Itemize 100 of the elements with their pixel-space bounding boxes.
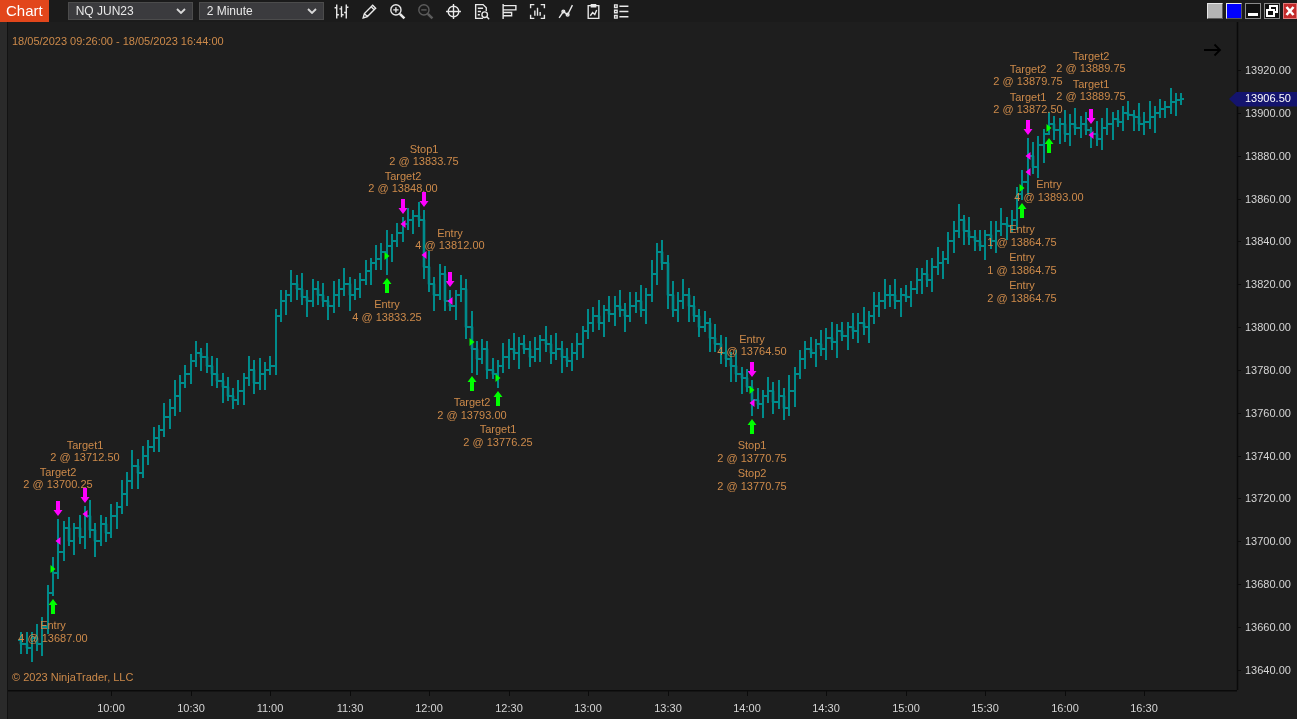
time-label: 10:30 (177, 702, 205, 714)
time-label: 10:00 (97, 702, 125, 714)
execution-name: Stop2 (737, 467, 767, 479)
execution-name: Stop1 (409, 142, 439, 155)
execution-fill: 2 @ 13848.00 (368, 182, 438, 194)
close-icon[interactable] (1283, 3, 1297, 19)
down-arrow-icon (398, 199, 408, 214)
price-label: 13820.00 (1245, 278, 1291, 290)
window-title: Chart (0, 0, 49, 22)
time-label: 13:30 (654, 702, 682, 714)
execution-fill: 1 @ 13864.75 (987, 263, 1057, 276)
execution-fill: 2 @ 13889.75 (1056, 90, 1126, 102)
document-search-icon[interactable] (473, 2, 491, 20)
execution-fill: 2 @ 13770.75 (717, 479, 787, 492)
swatch-icon[interactable] (1226, 3, 1242, 19)
execution-fill: 4 @ 13812.00 (415, 239, 485, 251)
time-label: 16:30 (1130, 702, 1158, 714)
chevron-down-icon (306, 8, 317, 14)
price-label: 13900.00 (1245, 107, 1291, 119)
up-arrow-icon (493, 391, 503, 406)
price-label: 13760.00 (1245, 407, 1291, 419)
execution-name: Target2 (1009, 62, 1047, 75)
copyright-notice: © 2023 NinjaTrader, LLC (12, 671, 134, 683)
interval-dropdown[interactable]: 2 Minute (198, 2, 324, 20)
time-label: 12:00 (415, 702, 443, 714)
execution-name: Entry (1009, 251, 1035, 263)
price-label: 13720.00 (1245, 492, 1291, 504)
execution-fill: 2 @ 13700.25 (23, 478, 93, 490)
minimize-icon[interactable] (1245, 3, 1261, 19)
execution-fill: 2 @ 13833.75 (389, 155, 459, 167)
right-arrow-icon (1203, 43, 1222, 57)
time-label: 13:00 (574, 702, 602, 714)
chevron-down-icon (175, 8, 186, 14)
execution-fill: 4 @ 13833.25 (352, 310, 422, 323)
price-label: 13780.00 (1245, 364, 1291, 376)
time-label: 15:30 (971, 702, 999, 714)
restore-icon[interactable] (1264, 3, 1280, 19)
down-arrow-icon (747, 362, 757, 377)
bar-chart-icon[interactable] (529, 2, 547, 20)
last-price-label: 13906.50 (1229, 91, 1297, 107)
time-label: 15:00 (892, 702, 920, 714)
up-arrow-icon (1017, 203, 1027, 218)
execution-name: Entry (739, 332, 765, 345)
pencil-icon[interactable] (361, 2, 379, 20)
execution-fill: 2 @ 13776.25 (463, 435, 533, 448)
price-label: 13840.00 (1245, 235, 1291, 247)
time-label: 11:00 (256, 702, 284, 714)
up-arrow-icon (1044, 138, 1054, 153)
instrument-dropdown[interactable]: NQ JUN23 (67, 2, 193, 20)
bars-icon[interactable] (333, 2, 351, 20)
execution-name: Target2 (453, 396, 491, 408)
execution-name: Target1 (1072, 77, 1110, 90)
time-label: 12:30 (495, 702, 523, 714)
down-arrow-icon (1023, 120, 1033, 135)
execution-name: Target2 (384, 169, 422, 182)
execution-name: Entry (1009, 279, 1035, 291)
zoom-in-icon[interactable] (389, 2, 407, 20)
execution-name: Target2 (39, 465, 77, 478)
execution-fill: 2 @ 13770.75 (717, 451, 787, 464)
down-arrow-icon (1086, 109, 1096, 124)
execution-fill: 2 @ 13793.00 (437, 408, 507, 421)
up-arrow-icon (467, 376, 477, 391)
execution-name: Target1 (1009, 90, 1047, 103)
down-arrow-icon (445, 272, 455, 287)
crosshair-icon[interactable] (445, 2, 463, 20)
down-arrow-icon (53, 501, 63, 516)
execution-name: Entry (374, 298, 400, 310)
date-range: 18/05/2023 09:26:00 - 18/05/2023 16:44:00 (12, 35, 224, 47)
execution-fill: 1 @ 13864.75 (987, 235, 1057, 248)
up-arrow-icon (382, 278, 392, 293)
price-label: 13880.00 (1245, 150, 1291, 162)
price-label: 13660.00 (1245, 621, 1291, 633)
up-arrow-icon (48, 599, 58, 614)
execution-fill: 2 @ 13889.75 (1056, 62, 1126, 74)
execution-name: Stop1 (737, 439, 767, 451)
line-chart-icon[interactable] (557, 2, 575, 20)
flag-icon[interactable] (501, 2, 519, 20)
down-arrow-icon (80, 488, 90, 503)
time-label: 16:00 (1051, 702, 1079, 714)
up-arrow-icon (747, 419, 757, 434)
clipboard-icon[interactable] (585, 2, 603, 20)
swatch-icon[interactable] (1207, 3, 1223, 19)
execution-fill: 4 @ 13764.50 (717, 345, 787, 357)
execution-name: Target2 (1072, 49, 1110, 62)
price-label: 13920.00 (1245, 64, 1291, 76)
down-arrow-icon (419, 192, 429, 207)
execution-fill: 2 @ 13879.75 (993, 75, 1063, 87)
execution-fill: 2 @ 13864.75 (987, 291, 1057, 304)
time-label: 11:30 (336, 702, 364, 714)
execution-name: Entry (1036, 178, 1062, 190)
price-label: 13740.00 (1245, 450, 1291, 462)
execution-fill: 2 @ 13712.50 (50, 451, 120, 463)
execution-name: Entry (437, 226, 463, 239)
execution-name: Target1 (479, 423, 517, 435)
list-icon[interactable] (613, 2, 631, 20)
price-label: 13640.00 (1245, 664, 1291, 676)
price-label: 13860.00 (1245, 193, 1291, 205)
time-label: 14:30 (812, 702, 840, 714)
time-label: 14:00 (733, 702, 761, 714)
price-label: 13800.00 (1245, 321, 1291, 333)
